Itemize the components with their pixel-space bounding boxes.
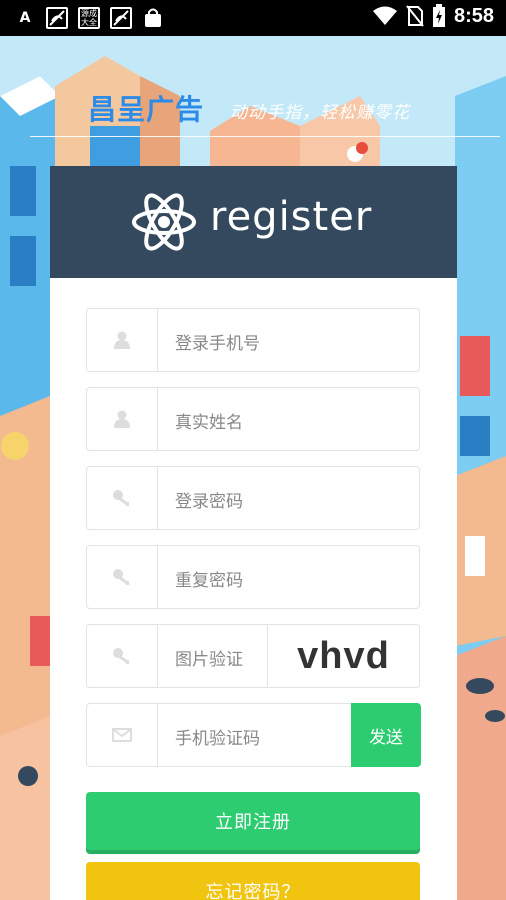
wifi-icon bbox=[372, 6, 397, 25]
captcha-image-text: vhvd bbox=[297, 634, 390, 677]
mail-icon-cell bbox=[87, 704, 158, 766]
user-icon bbox=[114, 331, 130, 349]
battery-charging-icon bbox=[432, 4, 445, 27]
status-bar: A 源成大全 8:58 bbox=[0, 0, 506, 36]
card-title: register bbox=[210, 194, 373, 240]
phone-input-placeholder[interactable]: 登录手机号 bbox=[175, 329, 260, 354]
card-header: register bbox=[50, 166, 457, 278]
key-icon-cell bbox=[87, 546, 158, 608]
shopping-bag-icon bbox=[142, 7, 164, 29]
sms-code-input-placeholder[interactable]: 手机验证码 bbox=[175, 724, 260, 749]
captcha-input-placeholder[interactable]: 图片验证 bbox=[175, 645, 243, 670]
name-input-placeholder[interactable]: 真实姓名 bbox=[175, 408, 243, 433]
repeat-password-field[interactable]: 重复密码 bbox=[86, 545, 420, 609]
mute-notification-icon bbox=[46, 7, 68, 29]
user-icon-cell bbox=[87, 309, 158, 371]
mute-notification-icon-2 bbox=[110, 7, 132, 29]
repeat-password-input-placeholder[interactable]: 重复密码 bbox=[175, 566, 243, 591]
forgot-password-button[interactable]: 忘记密码？ bbox=[86, 862, 420, 900]
brand-name: 昌呈广告 bbox=[88, 93, 205, 126]
clock: 8:58 bbox=[453, 4, 494, 27]
captcha-image[interactable]: vhvd bbox=[267, 625, 419, 687]
key-icon-cell bbox=[87, 467, 158, 529]
register-button[interactable]: 立即注册 bbox=[86, 792, 420, 850]
key-icon bbox=[113, 569, 130, 585]
key-icon bbox=[113, 490, 130, 506]
app-notification-icon: A bbox=[19, 10, 31, 26]
system-status: 8:58 bbox=[372, 4, 494, 28]
brand-slogan: 动动手指，轻松赚零花 bbox=[230, 103, 410, 123]
password-field[interactable]: 登录密码 bbox=[86, 466, 420, 530]
captcha-field[interactable]: 图片验证 vhvd bbox=[86, 624, 420, 688]
register-card: register 登录手机号 真实姓名 登录密码 重复密码 图片验证 vhvd … bbox=[50, 166, 457, 900]
key-icon bbox=[113, 648, 130, 664]
send-code-button[interactable]: 发送 bbox=[351, 703, 421, 767]
key-icon-cell bbox=[87, 625, 158, 687]
sms-code-field[interactable]: 手机验证码 发送 bbox=[86, 703, 421, 767]
no-sim-icon bbox=[406, 5, 424, 27]
password-input-placeholder[interactable]: 登录密码 bbox=[175, 487, 243, 512]
atom-logo-icon bbox=[132, 193, 196, 251]
name-field[interactable]: 真实姓名 bbox=[86, 387, 420, 451]
user-icon-cell bbox=[87, 388, 158, 450]
user-icon bbox=[114, 410, 130, 428]
header-divider bbox=[30, 136, 500, 137]
phone-field[interactable]: 登录手机号 bbox=[86, 308, 420, 372]
game-app-icon: 源成大全 bbox=[78, 7, 100, 29]
mail-icon bbox=[112, 728, 132, 742]
notification-icons: A 源成大全 bbox=[14, 7, 164, 29]
